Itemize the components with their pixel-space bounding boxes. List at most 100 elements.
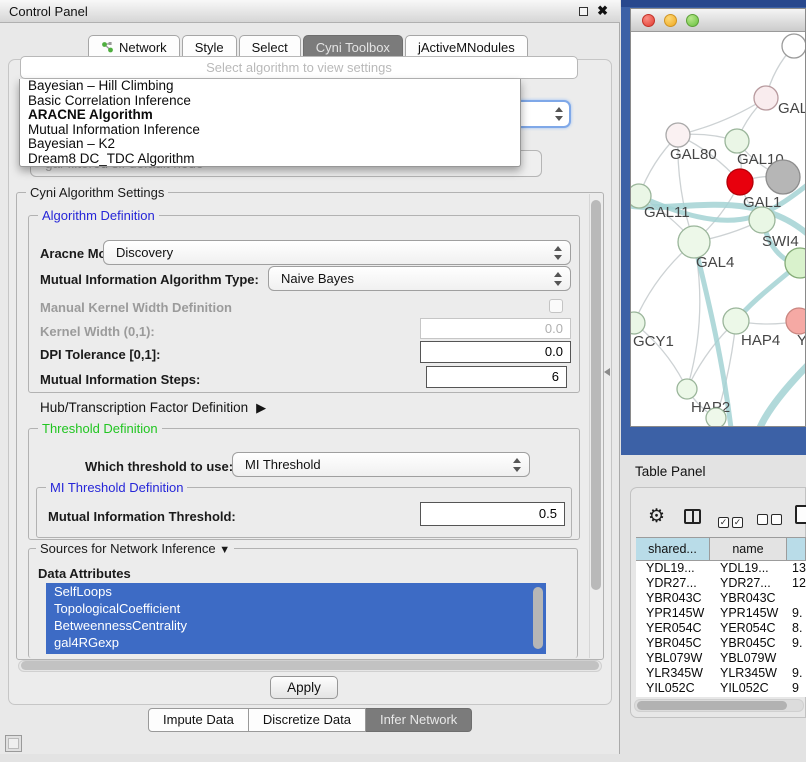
data-attribute-item-selected[interactable]: SelfLoops [46, 583, 546, 600]
table-cell[interactable]: YLR345W [710, 666, 787, 681]
panel-sash-grip[interactable] [604, 368, 610, 376]
algorithm-option[interactable]: ARACNE Algorithm [20, 108, 520, 123]
table-cell[interactable]: YLR345W [636, 666, 710, 681]
table-cell[interactable]: YIL052C [636, 681, 710, 696]
table-row[interactable]: YBR045CYBR045C9. [636, 636, 806, 651]
deselect-all-columns-icon[interactable] [757, 512, 785, 530]
spinner-icon [555, 107, 564, 121]
apply-button[interactable]: Apply [270, 676, 338, 699]
table-row[interactable]: YLR345WYLR345W9. [636, 666, 806, 681]
algorithm-option[interactable]: Bayesian – Hill Climbing [20, 79, 520, 94]
mi-threshold-field[interactable]: 0.5 [420, 502, 565, 526]
table-cell[interactable]: 13 [787, 561, 806, 576]
table-cell[interactable]: 8. [787, 621, 806, 636]
attributes-vscrollbar-thumb[interactable] [533, 587, 543, 649]
network-node-GAL1[interactable] [727, 169, 753, 195]
network-node-HAP4[interactable] [723, 308, 749, 334]
data-attribute-item-selected[interactable]: BetweennessCentrality [46, 617, 546, 634]
tab-infer-network[interactable]: Infer Network [366, 708, 472, 732]
aracne-mode-combo[interactable]: Discovery [103, 240, 571, 265]
table-cell[interactable]: YBR045C [636, 636, 710, 651]
sources-group-title[interactable]: Sources for Network Inference ▼ [36, 541, 234, 556]
float-window-icon[interactable] [579, 7, 588, 16]
table-cell[interactable]: 12 [787, 576, 806, 591]
kernel-width-field[interactable]: 0.0 [420, 318, 571, 339]
tab-impute-data[interactable]: Impute Data [148, 708, 249, 732]
which-threshold-label: Which threshold to use: [85, 459, 233, 474]
table-row[interactable]: YDL19...YDL19...13 [636, 561, 806, 576]
mi-steps-field[interactable]: 6 [426, 366, 567, 388]
tab-discretize-data[interactable]: Discretize Data [249, 708, 366, 732]
algorithm-option[interactable]: Basic Correlation Inference [20, 94, 520, 109]
table-cell[interactable]: YDL19... [636, 561, 710, 576]
table-cell[interactable]: YBR043C [636, 591, 710, 606]
algorithm-option[interactable]: Dream8 DC_TDC Algorithm [20, 152, 520, 167]
data-attribute-item-selected[interactable]: TopologicalCoefficient [46, 600, 546, 617]
network-node-GAL[interactable] [754, 86, 778, 110]
split-columns-icon[interactable] [684, 509, 701, 524]
table-cell[interactable] [787, 591, 806, 606]
network-node-GAL80[interactable] [666, 123, 690, 147]
network-canvas[interactable]: GALGAL80GAL10GAL1GAL11SWI4GAL4GCY1HAP4YH… [631, 32, 805, 426]
export-table-icon[interactable] [795, 505, 806, 524]
mi-type-combo[interactable]: Naive Bayes [268, 266, 571, 291]
table-cell[interactable]: YPR145W [710, 606, 787, 621]
tab-network-label: Network [119, 40, 167, 55]
table-cell[interactable]: 9. [787, 666, 806, 681]
which-threshold-combo[interactable]: MI Threshold [232, 452, 530, 477]
settings-vscrollbar-thumb[interactable] [591, 200, 601, 590]
table-cell[interactable]: YIL052C [710, 681, 787, 696]
hub-definition-expander[interactable]: Hub/Transcription Factor Definition▶ [40, 400, 266, 416]
gear-icon[interactable]: ⚙ [648, 505, 665, 528]
table-cell[interactable]: YER054C [636, 621, 710, 636]
manual-kernel-checkbox[interactable] [549, 299, 563, 313]
network-node[interactable] [706, 408, 726, 426]
select-all-columns-icon[interactable]: ✓✓ [718, 512, 746, 530]
table-hscrollbar-thumb[interactable] [637, 701, 787, 710]
network-edge-thick[interactable] [759, 362, 805, 426]
table-cell[interactable]: YBR045C [710, 636, 787, 651]
network-node-HAP2[interactable] [677, 379, 697, 399]
dock-panel-icon[interactable] [5, 735, 22, 752]
network-node[interactable] [766, 160, 800, 194]
network-edge[interactable] [678, 98, 766, 135]
column-header-clipped[interactable] [787, 537, 806, 561]
algorithm-select-combo[interactable]: Select algorithm to view settings [20, 56, 578, 79]
mac-minimize-button[interactable] [664, 14, 677, 27]
table-row[interactable]: YPR145WYPR145W9. [636, 606, 806, 621]
algorithm-option[interactable]: Mutual Information Inference [20, 123, 520, 138]
settings-hscrollbar-thumb[interactable] [21, 661, 599, 670]
network-node-label: GAL80 [670, 146, 717, 163]
column-header-name[interactable]: name [710, 537, 787, 561]
mac-close-button[interactable] [642, 14, 655, 27]
close-icon[interactable]: ✖ [597, 3, 608, 19]
table-row[interactable]: YBL079WYBL079W [636, 651, 806, 666]
column-header-shared[interactable]: shared... [636, 537, 710, 561]
dpi-tolerance-field[interactable]: 0.0 [420, 341, 571, 363]
network-node-GAL10[interactable] [725, 129, 749, 153]
table-cell[interactable]: YBL079W [636, 651, 710, 666]
network-node-Y[interactable] [786, 308, 805, 334]
table-row[interactable]: YER054CYER054C8. [636, 621, 806, 636]
table-cell[interactable]: YBL079W [710, 651, 787, 666]
mac-zoom-button[interactable] [686, 14, 699, 27]
table-cell[interactable] [787, 651, 806, 666]
network-node[interactable] [782, 34, 805, 58]
table-cell[interactable]: 9. [787, 606, 806, 621]
table-cell[interactable]: YBR043C [710, 591, 787, 606]
table-cell[interactable]: 9. [787, 636, 806, 651]
table-cell[interactable]: YER054C [710, 621, 787, 636]
table-row[interactable]: YDR27...YDR27...12 [636, 576, 806, 591]
table-row[interactable]: YIL052CYIL052C9 [636, 681, 806, 696]
algorithm-option[interactable]: Bayesian – K2 [20, 137, 520, 152]
bottom-tabs: Impute Data Discretize Data Infer Networ… [148, 708, 472, 732]
table-cell[interactable]: YDL19... [710, 561, 787, 576]
data-attribute-item-selected[interactable]: gal4RGexp [46, 634, 546, 651]
table-cell[interactable]: YDR27... [636, 576, 710, 591]
table-cell[interactable]: YPR145W [636, 606, 710, 621]
table-cell[interactable]: YDR27... [710, 576, 787, 591]
network-node-SWI4[interactable] [749, 207, 775, 233]
table-cell[interactable]: 9 [787, 681, 806, 696]
network-node-label: SWI4 [762, 233, 799, 250]
table-row[interactable]: YBR043CYBR043C [636, 591, 806, 606]
